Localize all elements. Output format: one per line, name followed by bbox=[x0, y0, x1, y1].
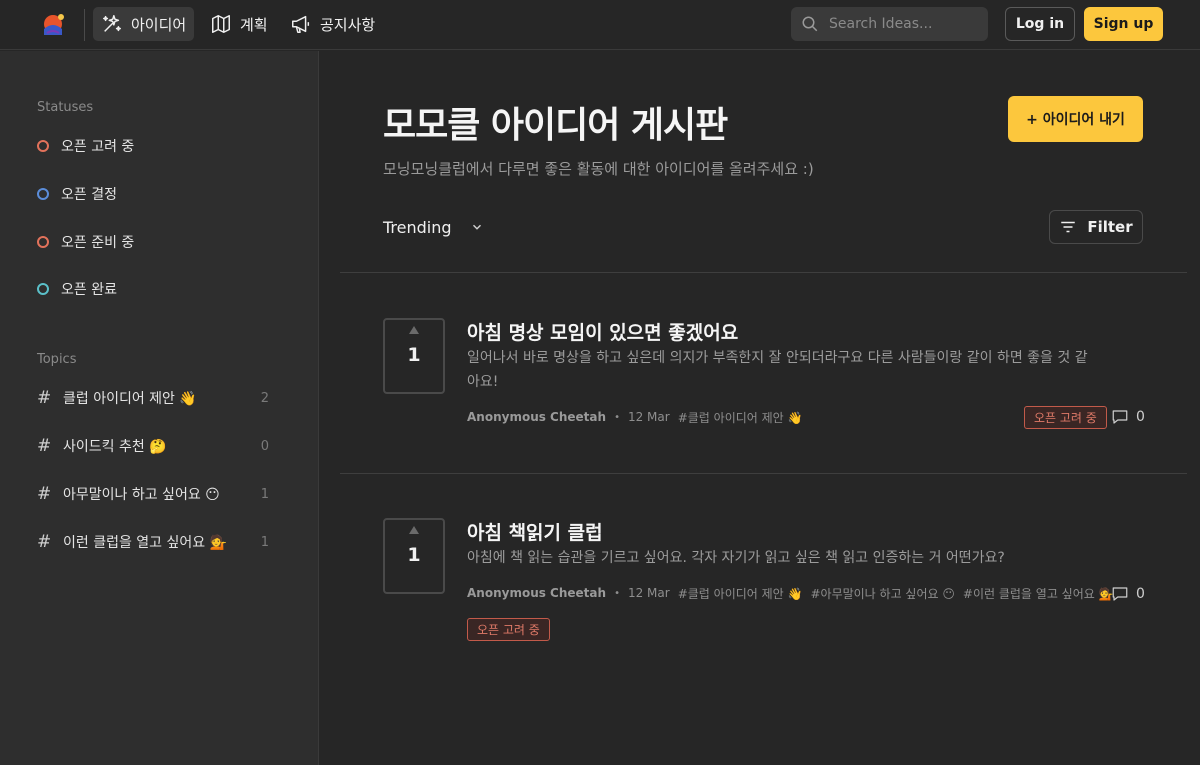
topic-label: 이런 클럽을 열고 싶어요 💁 bbox=[63, 535, 228, 551]
filter-label: Filter bbox=[1087, 218, 1133, 236]
status-dot-icon bbox=[37, 188, 49, 200]
statuses-heading: Statuses bbox=[37, 100, 94, 115]
nav-roadmap-label: 계획 bbox=[240, 15, 268, 34]
hash-icon: # bbox=[37, 388, 52, 408]
top-bar: 아이디어 계획 공지사항 Log in Sign up bbox=[0, 0, 1200, 50]
topic-count: 1 bbox=[260, 534, 269, 550]
sparkles-icon bbox=[103, 15, 121, 32]
topic-item-club-idea[interactable]: # 클럽 아이디어 제안 👋 2 bbox=[37, 388, 269, 408]
topic-count: 0 bbox=[260, 438, 269, 454]
filter-icon bbox=[1061, 221, 1076, 233]
idea-date: 12 Mar bbox=[627, 586, 670, 600]
nav-roadmap[interactable]: 계획 bbox=[202, 7, 276, 41]
logo-icon[interactable] bbox=[40, 11, 68, 39]
status-label: 오픈 준비 중 bbox=[61, 235, 135, 251]
vote-count: 1 bbox=[407, 544, 421, 566]
hash-icon: # bbox=[37, 436, 52, 456]
upvote-arrow-icon bbox=[409, 326, 419, 334]
topic-item-anything[interactable]: # 아무말이나 하고 싶어요 😶 1 bbox=[37, 484, 269, 504]
comment-count[interactable]: 0 bbox=[1111, 407, 1145, 427]
topics-heading: Topics bbox=[37, 352, 77, 367]
idea-tag[interactable]: #클럽 아이디어 제안 👋 bbox=[678, 409, 803, 426]
idea-title[interactable]: 아침 책읽기 클럽 bbox=[467, 518, 603, 545]
idea-author: Anonymous Cheetah bbox=[467, 586, 607, 600]
submit-idea-button[interactable]: + 아이디어 내기 bbox=[1008, 96, 1143, 142]
nav-announcements-label: 공지사항 bbox=[320, 15, 376, 34]
sidebar: Statuses 오픈 고려 중 오픈 결정 오픈 준비 중 오픈 완료 Top… bbox=[0, 51, 319, 765]
upvote-arrow-icon bbox=[409, 526, 419, 534]
topic-item-sidekick[interactable]: # 사이드킥 추천 🤔 0 bbox=[37, 436, 269, 456]
sort-dropdown[interactable]: Trending bbox=[383, 216, 484, 238]
page-subtitle: 모닝모닝클럽에서 다루면 좋은 활동에 대한 아이디어를 올려주세요 :) bbox=[383, 160, 814, 178]
topic-count: 2 bbox=[260, 390, 269, 406]
idea-meta: Anonymous Cheetah • 12 Mar #클럽 아이디어 제안 👋… bbox=[467, 584, 1114, 602]
idea-title[interactable]: 아침 명상 모임이 있으면 좋겠어요 bbox=[467, 318, 738, 345]
status-dot-icon bbox=[37, 236, 49, 248]
filter-button[interactable]: Filter bbox=[1049, 210, 1143, 244]
upvote-button[interactable]: 1 bbox=[383, 518, 445, 594]
topbar-divider bbox=[84, 9, 85, 41]
signup-button[interactable]: Sign up bbox=[1084, 7, 1163, 41]
search-box[interactable] bbox=[791, 7, 988, 41]
search-input[interactable] bbox=[829, 16, 979, 32]
idea-description: 일어나서 바로 명상을 하고 싶은데 의지가 부족한지 잘 안되더라구요 다른 … bbox=[467, 350, 1088, 390]
list-divider bbox=[340, 272, 1187, 273]
status-badge: 오픈 고려 중 bbox=[467, 618, 550, 641]
upvote-button[interactable]: 1 bbox=[383, 318, 445, 394]
status-item-decided[interactable]: 오픈 결정 bbox=[37, 184, 117, 204]
hash-icon: # bbox=[37, 484, 52, 504]
meta-bullet: • bbox=[614, 411, 620, 423]
meta-bullet: • bbox=[614, 587, 620, 599]
megaphone-icon bbox=[292, 15, 310, 33]
idea-author: Anonymous Cheetah bbox=[467, 410, 607, 424]
idea-tag[interactable]: #아무말이나 하고 싶어요 😶 bbox=[810, 585, 954, 602]
page-title: 모모클 아이디어 게시판 bbox=[383, 105, 728, 146]
map-icon bbox=[212, 15, 230, 33]
status-label: 오픈 완료 bbox=[61, 282, 117, 298]
status-item-done[interactable]: 오픈 완료 bbox=[37, 279, 117, 299]
status-item-considering[interactable]: 오픈 고려 중 bbox=[37, 136, 134, 156]
status-label: 오픈 고려 중 bbox=[61, 139, 135, 155]
idea-meta: Anonymous Cheetah • 12 Mar #클럽 아이디어 제안 👋 bbox=[467, 408, 802, 426]
topic-count: 1 bbox=[260, 486, 269, 502]
vote-count: 1 bbox=[407, 344, 421, 366]
topic-label: 클럽 아이디어 제안 👋 bbox=[63, 391, 197, 407]
list-divider bbox=[340, 473, 1187, 474]
topic-label: 사이드킥 추천 🤔 bbox=[63, 439, 167, 455]
topic-label: 아무말이나 하고 싶어요 😶 bbox=[63, 487, 220, 503]
chevron-down-icon bbox=[472, 224, 481, 230]
idea-tag[interactable]: #이런 클럽을 열고 싶어요 💁 bbox=[963, 585, 1114, 602]
sort-label: Trending bbox=[383, 217, 452, 237]
comment-icon bbox=[1112, 410, 1128, 424]
comment-icon bbox=[1112, 587, 1128, 601]
comment-count-value: 0 bbox=[1136, 586, 1145, 602]
idea-tag[interactable]: #클럽 아이디어 제안 👋 bbox=[678, 585, 803, 602]
nav-announcements[interactable]: 공지사항 bbox=[282, 7, 383, 41]
search-icon bbox=[802, 16, 818, 32]
status-label: 오픈 결정 bbox=[61, 187, 117, 203]
hash-icon: # bbox=[37, 532, 52, 552]
status-dot-icon bbox=[37, 140, 49, 152]
status-item-preparing[interactable]: 오픈 준비 중 bbox=[37, 232, 134, 252]
status-dot-icon bbox=[37, 283, 49, 295]
nav-ideas-label: 아이디어 bbox=[131, 15, 187, 34]
status-badge: 오픈 고려 중 bbox=[1024, 406, 1107, 429]
idea-date: 12 Mar bbox=[627, 410, 670, 424]
comment-count[interactable]: 0 bbox=[1111, 584, 1145, 604]
login-button[interactable]: Log in bbox=[1005, 7, 1075, 41]
comment-count-value: 0 bbox=[1136, 409, 1145, 425]
idea-description: 아침에 책 읽는 습관을 기르고 싶어요. 각자 자기가 읽고 싶은 책 읽고 … bbox=[467, 550, 1005, 566]
topic-item-open-club[interactable]: # 이런 클럽을 열고 싶어요 💁 1 bbox=[37, 532, 269, 552]
nav-ideas[interactable]: 아이디어 bbox=[93, 7, 195, 41]
